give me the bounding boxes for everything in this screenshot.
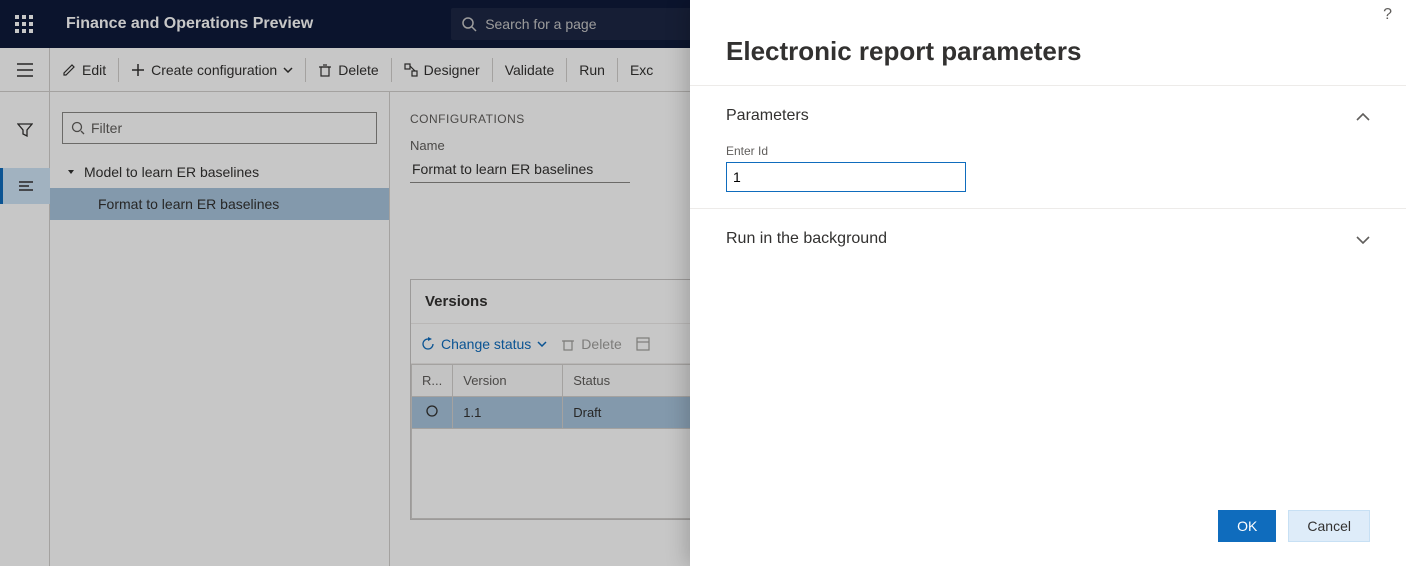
enter-id-field: Enter Id bbox=[726, 144, 966, 192]
parameters-label: Parameters bbox=[726, 107, 809, 125]
parameters-section: Parameters Enter Id bbox=[690, 85, 1406, 208]
enter-id-label: Enter Id bbox=[726, 144, 966, 158]
dialog-title: Electronic report parameters bbox=[690, 0, 1406, 85]
cancel-button[interactable]: Cancel bbox=[1288, 510, 1370, 542]
run-background-label: Run in the background bbox=[726, 230, 887, 248]
chevron-down-icon bbox=[1356, 231, 1370, 247]
cancel-label: Cancel bbox=[1307, 518, 1351, 534]
help-icon: ? bbox=[1383, 6, 1392, 23]
enter-id-input[interactable] bbox=[726, 162, 966, 192]
dialog-footer: OK Cancel bbox=[690, 494, 1406, 566]
ok-button[interactable]: OK bbox=[1218, 510, 1276, 542]
parameters-header[interactable]: Parameters bbox=[726, 102, 1370, 130]
help-button[interactable]: ? bbox=[1383, 6, 1392, 24]
run-background-header[interactable]: Run in the background bbox=[726, 225, 1370, 253]
parameters-dialog: ? Electronic report parameters Parameter… bbox=[690, 0, 1406, 566]
run-background-section: Run in the background bbox=[690, 208, 1406, 269]
ok-label: OK bbox=[1237, 518, 1257, 534]
chevron-up-icon bbox=[1356, 108, 1370, 124]
